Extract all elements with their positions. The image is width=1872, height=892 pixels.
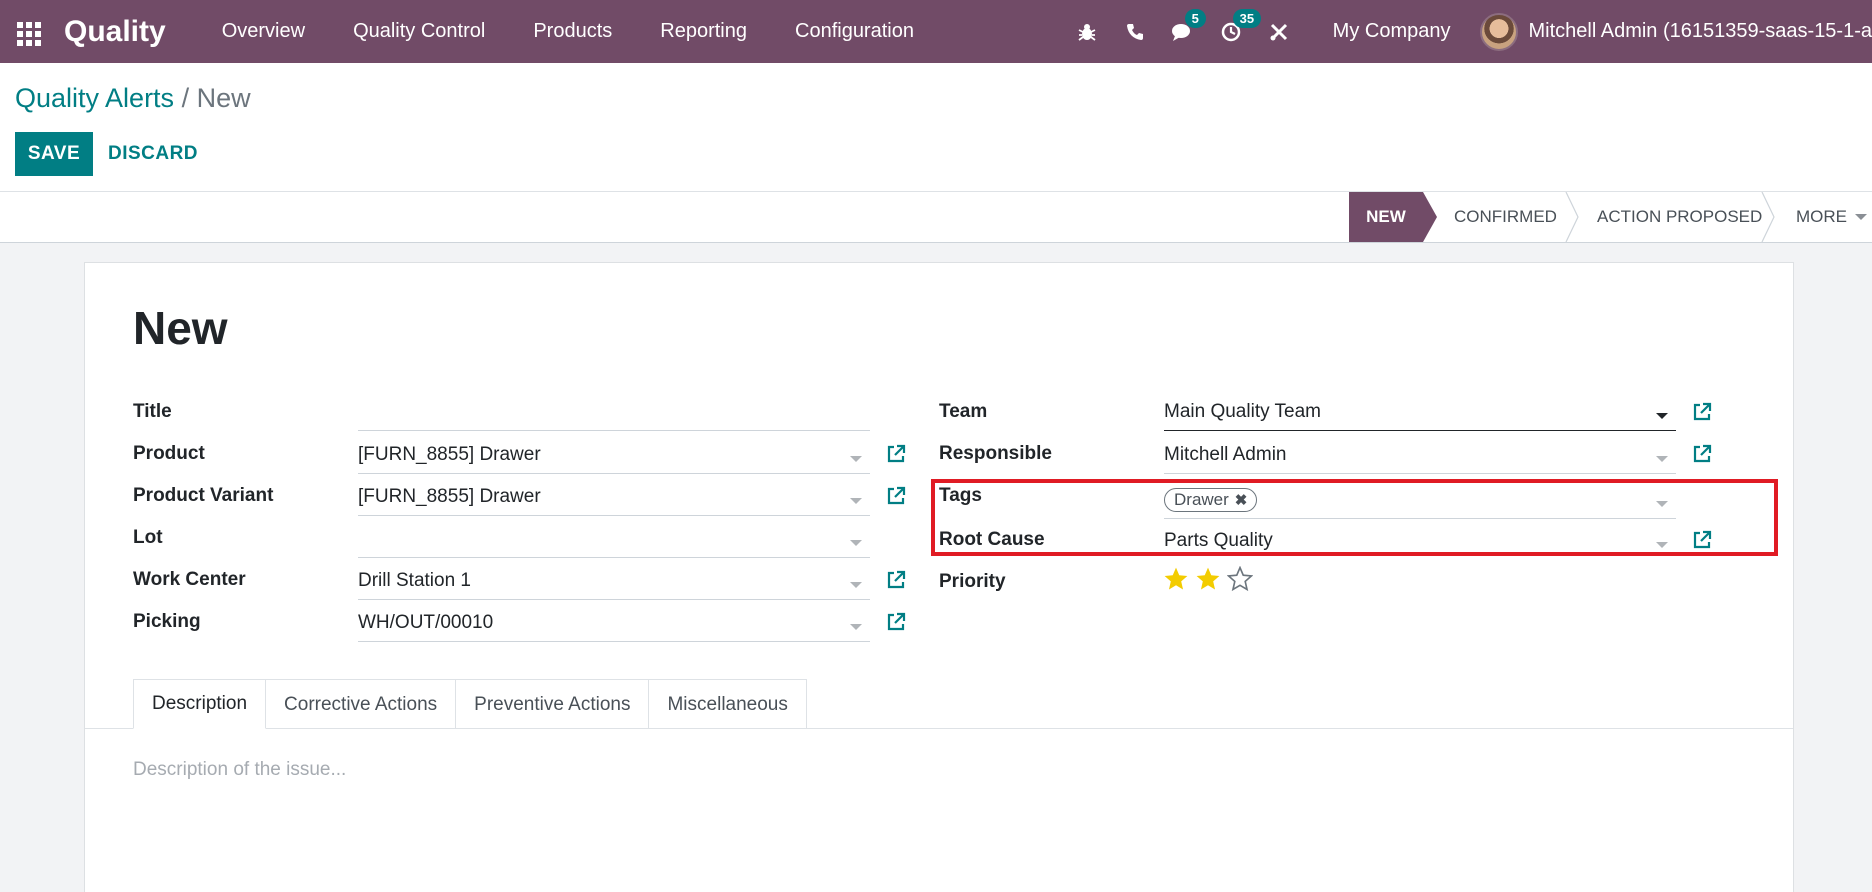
lot-label: Lot <box>133 527 163 548</box>
menu-products[interactable]: Products <box>509 20 636 43</box>
product-variant-label: Product Variant <box>133 485 274 506</box>
menu-quality-control[interactable]: Quality Control <box>329 20 509 43</box>
dropdown-caret-icon <box>850 624 862 630</box>
lot-select[interactable] <box>358 520 870 558</box>
stage-action-proposed[interactable]: ACTION PROPOSED <box>1597 192 1762 242</box>
external-link-icon[interactable] <box>885 611 907 633</box>
company-switcher[interactable]: My Company <box>1303 20 1481 43</box>
product-value: [FURN_8855] Drawer <box>358 444 541 465</box>
stage-statusbar: NEW CONFIRMED ACTION PROPOSED MORE <box>0 192 1872 243</box>
team-value: Main Quality Team <box>1164 401 1321 422</box>
dropdown-caret-icon <box>1656 456 1668 462</box>
stage-separator <box>1565 192 1579 242</box>
star-filled-icon[interactable] <box>1195 566 1221 592</box>
tab-divider <box>85 728 1793 729</box>
apps-menu-icon[interactable] <box>14 17 44 47</box>
title-input[interactable] <box>358 393 870 431</box>
tab-miscellaneous[interactable]: Miscellaneous <box>648 679 807 729</box>
stage-confirmed[interactable]: CONFIRMED <box>1454 192 1557 242</box>
external-link-icon[interactable] <box>885 443 907 465</box>
star-empty-icon[interactable] <box>1227 566 1253 592</box>
phone-icon[interactable] <box>1111 0 1159 63</box>
team-label: Team <box>939 401 988 422</box>
picking-value: WH/OUT/00010 <box>358 612 494 633</box>
tab-description[interactable]: Description <box>133 679 267 729</box>
responsible-value: Mitchell Admin <box>1164 444 1287 465</box>
product-variant-value: [FURN_8855] Drawer <box>358 486 541 507</box>
discard-button[interactable]: DISCARD <box>100 132 206 176</box>
breadcrumb: Quality Alerts / New <box>15 83 251 114</box>
stage-separator <box>1761 192 1775 242</box>
responsible-label: Responsible <box>939 443 1052 464</box>
star-filled-icon[interactable] <box>1163 566 1189 592</box>
title-label: Title <box>133 401 172 422</box>
top-navbar: Quality Overview Quality Control Product… <box>0 0 1872 63</box>
breadcrumb-quality-alerts[interactable]: Quality Alerts <box>15 83 174 113</box>
breadcrumb-separator: / <box>181 83 190 113</box>
form-sheet: New Title Product [FURN_8855] Drawer Pro… <box>84 262 1794 892</box>
navbar-systray: 5 35 My Company Mitchell Admin (16151359… <box>1063 0 1872 63</box>
product-label: Product <box>133 443 205 464</box>
messages-chat-icon[interactable]: 5 <box>1159 0 1207 63</box>
stage-new[interactable]: NEW <box>1349 192 1437 242</box>
stage-more-dropdown[interactable]: MORE <box>1796 192 1867 242</box>
team-select[interactable]: Main Quality Team <box>1164 393 1676 431</box>
menu-reporting[interactable]: Reporting <box>636 20 771 43</box>
product-select[interactable]: [FURN_8855] Drawer <box>358 436 870 474</box>
tools-cross-icon[interactable] <box>1255 0 1303 63</box>
user-menu[interactable]: Mitchell Admin (16151359-saas-15-1-a <box>1528 20 1872 43</box>
dropdown-caret-icon <box>1656 413 1668 419</box>
notebook-tabs: Description Corrective Actions Preventiv… <box>133 679 807 729</box>
breadcrumb-current: New <box>196 83 251 113</box>
stage-more-label: MORE <box>1796 207 1847 226</box>
work-center-value: Drill Station 1 <box>358 570 471 591</box>
picking-label: Picking <box>133 611 201 632</box>
control-panel: Quality Alerts / New SAVE DISCARD <box>0 63 1872 192</box>
external-link-icon[interactable] <box>1691 443 1713 465</box>
record-title: New <box>133 302 228 354</box>
chevron-down-icon <box>1855 214 1867 220</box>
external-link-icon[interactable] <box>885 569 907 591</box>
tab-corrective-actions[interactable]: Corrective Actions <box>265 679 457 729</box>
work-center-select[interactable]: Drill Station 1 <box>358 562 870 600</box>
highlight-annotation-box <box>931 479 1778 556</box>
dropdown-caret-icon <box>850 456 862 462</box>
picking-select[interactable]: WH/OUT/00010 <box>358 604 870 642</box>
app-brand[interactable]: Quality <box>64 15 166 49</box>
external-link-icon[interactable] <box>885 485 907 507</box>
description-editor[interactable]: Description of the issue... <box>133 759 346 781</box>
dropdown-caret-icon <box>850 540 862 546</box>
product-variant-select[interactable]: [FURN_8855] Drawer <box>358 478 870 516</box>
external-link-icon[interactable] <box>1691 401 1713 423</box>
messages-count-badge: 5 <box>1184 9 1206 28</box>
menu-overview[interactable]: Overview <box>198 20 329 43</box>
priority-label: Priority <box>939 571 1006 592</box>
dropdown-caret-icon <box>850 498 862 504</box>
debug-bug-icon[interactable] <box>1063 0 1111 63</box>
priority-stars[interactable] <box>1163 566 1253 592</box>
responsible-select[interactable]: Mitchell Admin <box>1164 436 1676 474</box>
dropdown-caret-icon <box>850 582 862 588</box>
activities-clock-icon[interactable]: 35 <box>1207 0 1262 63</box>
tab-preventive-actions[interactable]: Preventive Actions <box>455 679 650 729</box>
save-button[interactable]: SAVE <box>15 132 93 176</box>
user-avatar[interactable] <box>1480 12 1519 51</box>
menu-configuration[interactable]: Configuration <box>771 20 938 43</box>
work-center-label: Work Center <box>133 569 246 590</box>
